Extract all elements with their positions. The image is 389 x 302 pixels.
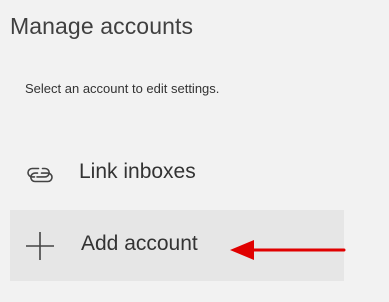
page-subtitle: Select an account to edit settings. bbox=[25, 81, 220, 96]
link-inboxes-label: Link inboxes bbox=[79, 160, 196, 183]
link-inboxes-button[interactable]: Link inboxes bbox=[10, 140, 344, 210]
page-title: Manage accounts bbox=[10, 13, 194, 39]
red-arrow-icon bbox=[226, 236, 350, 264]
plus-icon bbox=[24, 230, 56, 262]
link-icon bbox=[24, 159, 56, 191]
add-account-label: Add account bbox=[81, 232, 198, 255]
